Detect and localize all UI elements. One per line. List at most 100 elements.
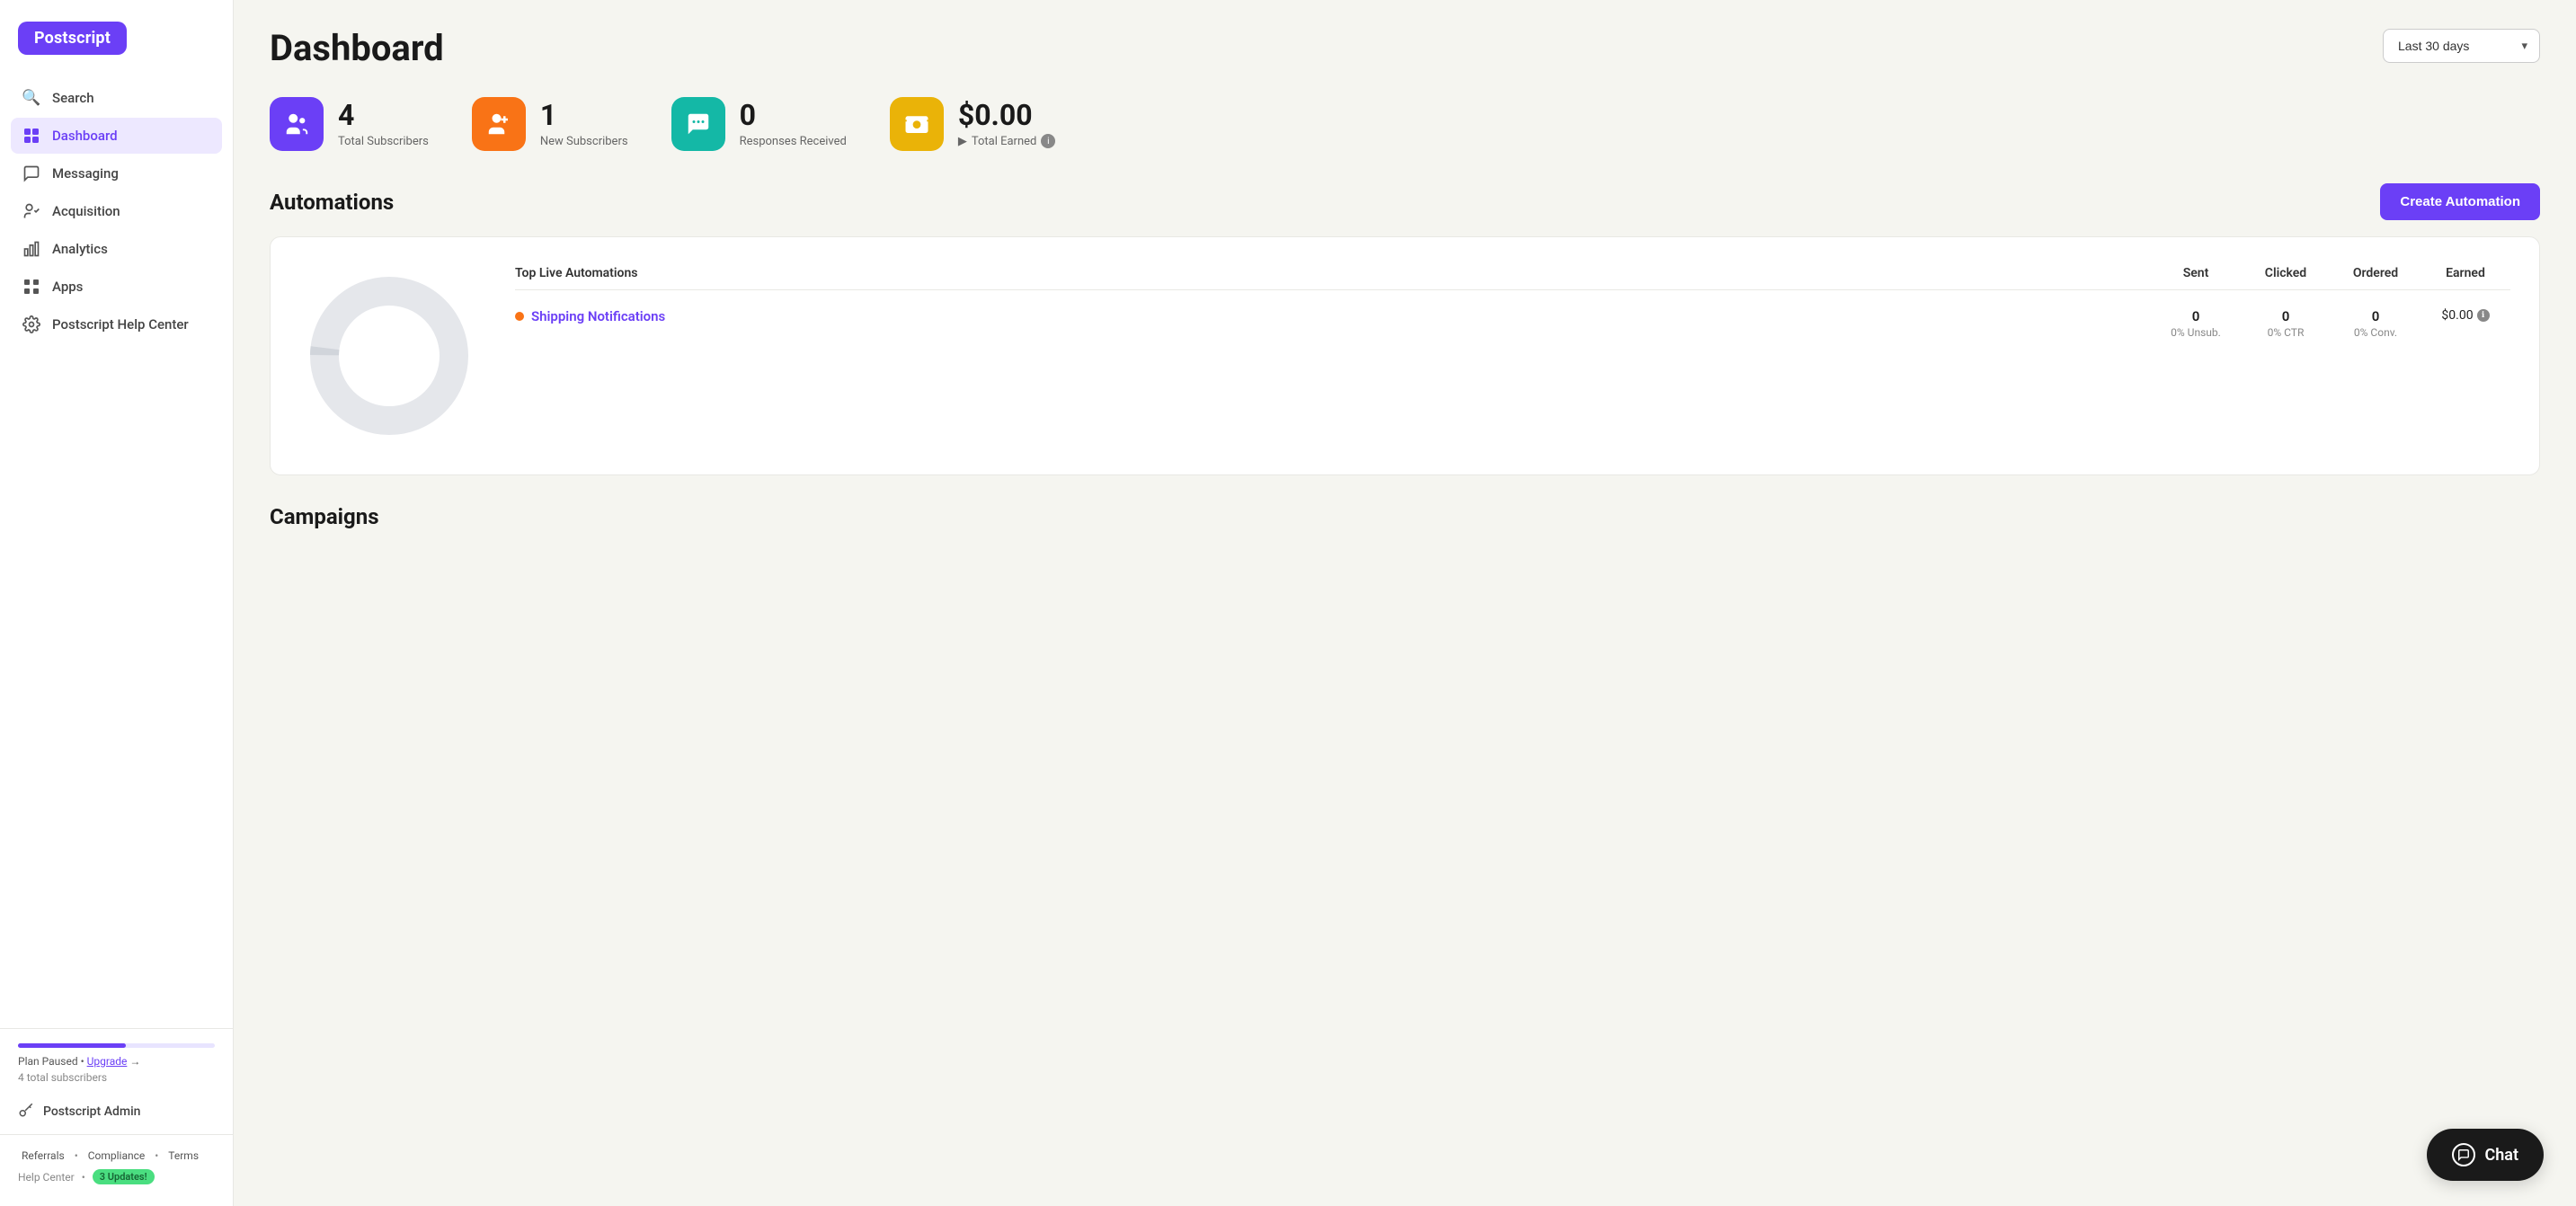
automation-clicked-sub: 0% CTR (2241, 326, 2331, 339)
sidebar-item-label: Postscript Help Center (52, 316, 189, 333)
sidebar-item-help-center[interactable]: Postscript Help Center (11, 306, 222, 342)
sidebar-footer: Referrals • Compliance • Terms Help Cent… (0, 1134, 233, 1192)
automations-section-header: Automations Create Automation (270, 183, 2540, 220)
sidebar-item-apps[interactable]: Apps (11, 269, 222, 305)
admin-label: Postscript Admin (43, 1104, 140, 1119)
plan-progress-bar-bg (18, 1043, 215, 1048)
referrals-link[interactable]: Referrals (22, 1149, 65, 1162)
compliance-link[interactable]: Compliance (88, 1149, 146, 1162)
stat-card-total-subscribers: 4 Total Subscribers (270, 97, 429, 151)
automation-name-cell: Shipping Notifications (515, 308, 2151, 324)
sidebar-item-analytics[interactable]: Analytics (11, 231, 222, 267)
upgrade-link[interactable]: Upgrade (87, 1055, 128, 1068)
automation-ordered-sub: 0% Conv. (2331, 326, 2421, 339)
sidebar-item-label: Search (52, 90, 94, 106)
chat-icon (2452, 1143, 2475, 1166)
automation-sent-sub: 0% Unsub. (2151, 326, 2241, 339)
automation-clicked-cell: 0 0% CTR (2241, 308, 2331, 339)
stat-card-new-subscribers: 1 New Subscribers (472, 97, 628, 151)
plan-progress-bar-fill (18, 1043, 126, 1048)
sidebar-item-acquisition[interactable]: Acquisition (11, 193, 222, 229)
logo-area: Postscript (18, 22, 215, 55)
sidebar-item-search[interactable]: 🔍 Search (11, 80, 222, 116)
create-automation-button[interactable]: Create Automation (2380, 183, 2540, 220)
analytics-icon (22, 239, 41, 259)
responses-info: 0 Responses Received (740, 100, 847, 147)
automation-ordered-main: 0 (2331, 308, 2421, 324)
responses-icon (671, 97, 725, 151)
acquisition-icon (22, 201, 41, 221)
stat-card-total-earned: $0.00 ▶ Total Earned i (890, 97, 1056, 151)
col-header-name: Top Live Automations (515, 266, 2151, 280)
total-subscribers-label: Total Subscribers (338, 135, 429, 148)
new-subscribers-label: New Subscribers (540, 135, 628, 148)
new-subscribers-value: 1 (540, 100, 628, 131)
sidebar-item-admin[interactable]: Postscript Admin (18, 1096, 215, 1127)
earned-info-icon[interactable]: ℹ (2477, 309, 2490, 322)
key-icon (18, 1102, 34, 1122)
sidebar-item-label: Apps (52, 279, 83, 295)
chat-label: Chat (2484, 1146, 2518, 1165)
automation-earned-main: $0.00 ℹ (2421, 308, 2510, 323)
main-content: Dashboard Last 7 days Last 30 days Last … (234, 0, 2576, 1206)
total-subscribers-value: 4 (338, 100, 429, 131)
col-header-earned: Earned (2421, 266, 2510, 280)
stat-cards: 4 Total Subscribers 1 New Subscribers (270, 97, 2540, 151)
apps-icon (22, 277, 41, 297)
sidebar-item-label: Analytics (52, 241, 108, 257)
sidebar-item-label: Acquisition (52, 203, 120, 219)
automation-ordered-cell: 0 0% Conv. (2331, 308, 2421, 339)
total-earned-icon (890, 97, 944, 151)
total-subscribers-icon (270, 97, 324, 151)
automations-table-header: Top Live Automations Sent Clicked Ordere… (515, 266, 2510, 290)
logo[interactable]: Postscript (18, 22, 127, 55)
help-row: Help Center • 3 Updates! (18, 1169, 215, 1184)
automation-status-dot (515, 312, 524, 321)
automations-title: Automations (270, 190, 394, 215)
total-earned-value: $0.00 (958, 100, 1056, 131)
automation-sent-cell: 0 0% Unsub. (2151, 308, 2241, 339)
gear-icon (22, 315, 41, 334)
date-range-select[interactable]: Last 7 days Last 30 days Last 90 days Th… (2383, 29, 2540, 63)
total-subscribers-info: 4 Total Subscribers (338, 100, 429, 147)
sidebar: Postscript 🔍 Search Dashboard Messaging (0, 0, 234, 1206)
new-subscribers-icon (472, 97, 526, 151)
help-center-label[interactable]: Help Center (18, 1171, 75, 1184)
new-subscribers-info: 1 New Subscribers (540, 100, 628, 147)
subscribers-count: 4 total subscribers (18, 1071, 215, 1084)
automation-earned-value: $0.00 (2441, 308, 2473, 323)
automation-clicked-main: 0 (2241, 308, 2331, 324)
col-header-ordered: Ordered (2331, 266, 2421, 280)
responses-label: Responses Received (740, 135, 847, 148)
responses-value: 0 (740, 100, 847, 131)
stat-card-responses: 0 Responses Received (671, 97, 847, 151)
plan-status: Plan Paused • Upgrade → (18, 1055, 215, 1068)
terms-link[interactable]: Terms (168, 1149, 199, 1162)
automations-donut-chart (299, 266, 479, 446)
automations-card: Top Live Automations Sent Clicked Ordere… (270, 236, 2540, 475)
total-earned-info-icon[interactable]: i (1041, 134, 1055, 148)
automation-name-link[interactable]: Shipping Notifications (531, 308, 665, 324)
campaigns-title: Campaigns (270, 504, 2540, 529)
dashboard-icon (22, 126, 41, 146)
search-icon: 🔍 (22, 88, 41, 108)
date-range-selector[interactable]: Last 7 days Last 30 days Last 90 days Th… (2383, 29, 2540, 63)
sidebar-item-messaging[interactable]: Messaging (11, 155, 222, 191)
page-title: Dashboard (270, 29, 444, 68)
nav-menu: 🔍 Search Dashboard Messaging (0, 80, 233, 1017)
sidebar-item-label: Messaging (52, 165, 119, 182)
col-header-clicked: Clicked (2241, 266, 2331, 280)
col-header-sent: Sent (2151, 266, 2241, 280)
chat-button[interactable]: Chat (2427, 1129, 2544, 1181)
updates-badge[interactable]: 3 Updates! (93, 1169, 155, 1184)
total-earned-info: $0.00 ▶ Total Earned i (958, 100, 1056, 148)
sidebar-item-label: Dashboard (52, 128, 118, 144)
automations-table: Top Live Automations Sent Clicked Ordere… (515, 266, 2510, 342)
page-header: Dashboard Last 7 days Last 30 days Last … (270, 29, 2540, 68)
sidebar-plan-section: Plan Paused • Upgrade → 4 total subscrib… (0, 1028, 233, 1127)
total-earned-label: ▶ Total Earned i (958, 134, 1056, 148)
messaging-icon (22, 164, 41, 183)
automation-sent-main: 0 (2151, 308, 2241, 324)
automation-row: Shipping Notifications 0 0% Unsub. 0 0% … (515, 294, 2510, 342)
sidebar-item-dashboard[interactable]: Dashboard (11, 118, 222, 154)
